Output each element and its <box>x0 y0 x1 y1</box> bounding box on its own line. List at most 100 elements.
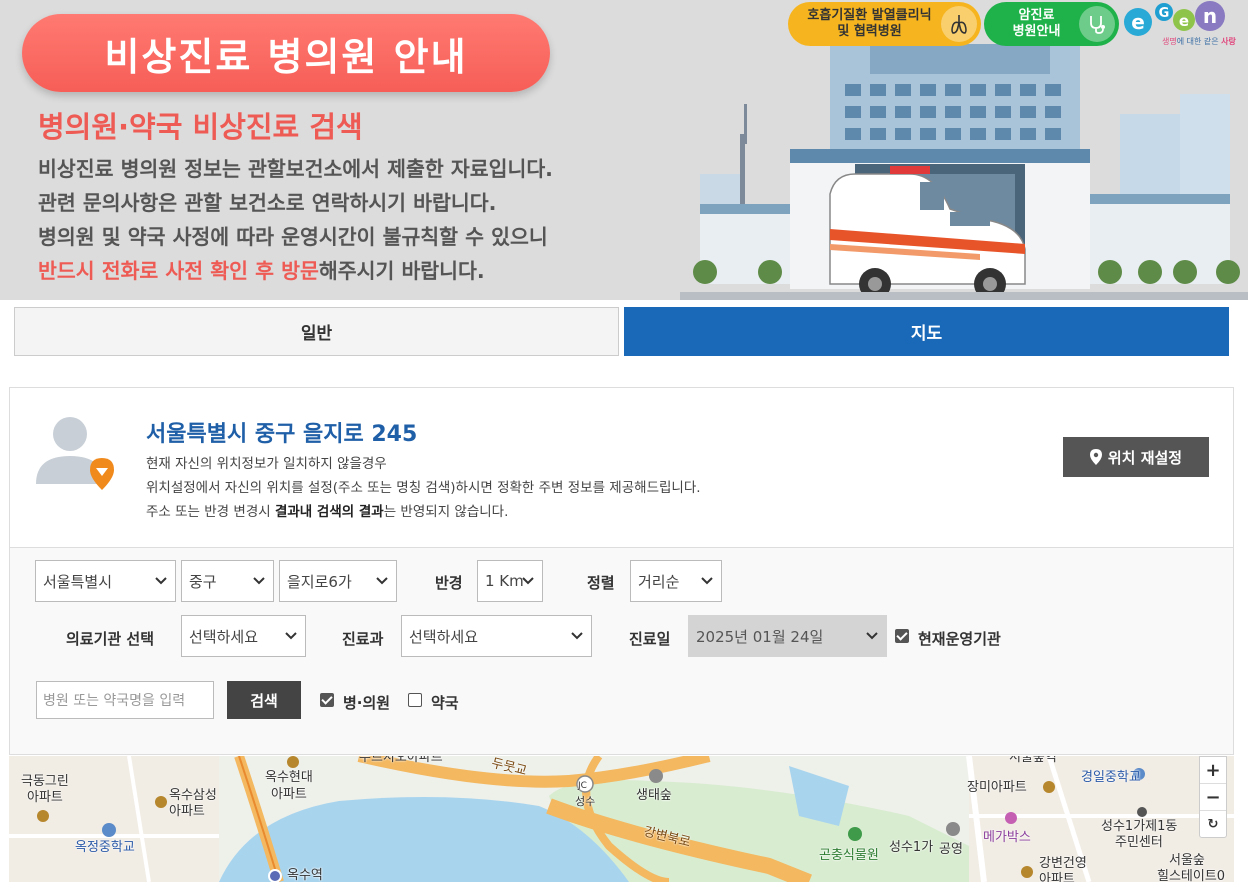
district-select[interactable]: 중구 <box>181 560 274 602</box>
map-label: 힐스테이트0 <box>1157 869 1226 882</box>
map-label: 옥정중학교 <box>75 840 135 855</box>
notice-emphasis: 결과내 검색의 결과 <box>274 504 384 520</box>
date-label: 진료일 <box>629 630 671 648</box>
banner-desc-line: 관련 문의사항은 관할 보건소로 연락하시기 바랍니다. <box>38 191 497 215</box>
sort-value: 거리순 <box>638 572 680 591</box>
chevron-down-icon <box>253 577 265 585</box>
user-location-avatar-icon <box>36 417 114 490</box>
cancer-btn-line1: 암진료 <box>1018 8 1055 23</box>
search-button[interactable]: 검색 <box>227 681 301 719</box>
radius-select[interactable]: 1 Km <box>477 560 543 602</box>
reset-view-button[interactable]: ↻ <box>1200 811 1226 838</box>
district-value: 중구 <box>189 572 217 591</box>
radius-label: 반경 <box>435 574 463 592</box>
map-label: 성수1가 <box>889 840 934 855</box>
relocate-label: 위치 재설정 <box>1107 448 1183 467</box>
banner-subtitle: 병의원·약국 비상진료 검색 <box>38 110 363 144</box>
current-address: 서울특별시 중구 을지로 245 <box>146 422 418 447</box>
map-label: 옥수현대 <box>265 770 313 785</box>
location-notice: 현재 자신의 위치정보가 일치하지 않을경우 위치설정에서 자신의 위치를 설정… <box>146 452 701 524</box>
map-label: 서울숲역 <box>1009 756 1057 765</box>
stethoscope-icon <box>1079 6 1115 42</box>
hero-banner: 비상진료 병의원 안내 병의원·약국 비상진료 검색 비상진료 병의원 정보는 … <box>0 0 1248 300</box>
map-label: 푸르지오아파트 <box>359 756 443 765</box>
city-select[interactable]: 서울특별시 <box>35 560 176 602</box>
map-label: JC <box>578 781 587 791</box>
department-label: 진료과 <box>342 630 384 648</box>
radius-value: 1 Km <box>485 572 524 590</box>
notice-line: 주소 또는 반경 변경시 결과내 검색의 결과는 반영되지 않습니다. <box>146 504 509 520</box>
map-label: 곤충식물원 <box>819 848 879 863</box>
cancer-hospital-button[interactable]: 암진료 병원안내 <box>984 2 1119 46</box>
pharmacy-checkbox[interactable] <box>408 693 422 707</box>
chevron-down-icon <box>376 577 388 585</box>
city-value: 서울특별시 <box>43 572 113 591</box>
respiratory-btn-line1: 호흡기질환 발열클리닉 <box>807 8 932 23</box>
location-info: 서울특별시 중구 을지로 245 현재 자신의 위치정보가 일치하지 않을경우 … <box>10 388 1233 548</box>
notice-line: 현재 자신의 위치정보가 일치하지 않을경우 <box>146 456 387 472</box>
date-select[interactable]: 2025년 01월 24일 <box>688 615 887 657</box>
location-search-panel: 서울특별시 중구 을지로 245 현재 자신의 위치정보가 일치하지 않을경우 … <box>9 387 1234 755</box>
currently-open-checkbox[interactable] <box>895 629 909 643</box>
banner-desc-line: 반드시 전화로 사전 확인 후 방문해주시기 바랍니다. <box>38 254 553 288</box>
map-pin-icon <box>1089 449 1102 465</box>
chevron-down-icon <box>866 632 878 640</box>
sort-select[interactable]: 거리순 <box>630 560 722 602</box>
svg-text:G: G <box>1159 6 1170 21</box>
institution-label: 의료기관 선택 <box>66 630 155 648</box>
sort-label: 정렬 <box>587 574 615 592</box>
cancer-btn-line2: 병원안내 <box>1012 24 1061 39</box>
map-view[interactable]: 극동그린 아파트 옥수현대 아파트 옥수삼성 아파트 옥정중학교 옥수역 푸르지… <box>9 756 1234 882</box>
map-label: 성수 <box>575 795 596 808</box>
banner-desc-line: 병의원 및 약국 사정에 따라 운영시간이 불규칙할 수 있으니 <box>38 225 548 249</box>
egen-tagline: 생명에 대한 같은 사랑 <box>1162 37 1236 46</box>
banner-desc-tail: 해주시기 바랍니다. <box>318 259 485 283</box>
facility-search-input[interactable]: 병원 또는 약국명을 입력 <box>36 681 214 719</box>
date-value: 2025년 01월 24일 <box>696 627 824 646</box>
institution-select[interactable]: 선택하세요 <box>181 615 306 657</box>
lungs-icon <box>941 6 977 42</box>
dong-select[interactable]: 을지로6가 <box>279 560 397 602</box>
map-label: 경일중학교 <box>1081 770 1141 785</box>
map-zoom-controls: + − ↻ <box>1199 756 1227 838</box>
svg-text:e: e <box>1179 12 1189 30</box>
svg-text:n: n <box>1203 4 1217 28</box>
notice-line: 위치설정에서 자신의 위치를 설정(주소 또는 명칭 검색)하시면 정확한 주변… <box>146 480 701 496</box>
department-value: 선택하세요 <box>409 627 479 646</box>
respiratory-clinic-button[interactable]: 호흡기질환 발열클리닉 및 협력병원 <box>788 2 981 46</box>
banner-description: 비상진료 병의원 정보는 관할보건소에서 제출한 자료입니다. 관련 문의사항은… <box>38 152 553 288</box>
department-select[interactable]: 선택하세요 <box>401 615 592 657</box>
dong-value: 을지로6가 <box>287 572 352 591</box>
map-label: 극동그린 <box>21 774 69 789</box>
map-label: 주민센터 <box>1115 835 1163 850</box>
relocate-button[interactable]: 위치 재설정 <box>1063 437 1209 477</box>
map-label: 성수1가제1동 <box>1101 819 1178 834</box>
search-filters: 서울특별시 중구 을지로6가 반경 1 Km 정렬 거리순 의료기관 선택 선택… <box>10 548 1233 754</box>
zoom-in-button[interactable]: + <box>1200 757 1226 784</box>
warning-text: 반드시 전화로 사전 확인 후 방문 <box>38 259 319 283</box>
banner-desc-line: 비상진료 병의원 정보는 관할보건소에서 제출한 자료입니다. <box>38 157 553 181</box>
tab-map[interactable]: 지도 <box>624 307 1229 356</box>
pharmacy-label: 약국 <box>431 694 459 712</box>
map-label: 아파트 <box>1039 872 1075 882</box>
map-label: 옥수삼성 <box>169 788 217 803</box>
zoom-out-button[interactable]: − <box>1200 784 1226 811</box>
map-label: 아파트 <box>169 804 205 819</box>
map-label: 옥수역 <box>287 868 323 882</box>
hospital-checkbox[interactable] <box>320 693 334 707</box>
chevron-down-icon <box>571 632 583 640</box>
map-label: 메가박스 <box>983 830 1031 845</box>
map-label: 서울숲 <box>1169 853 1205 868</box>
chevron-down-icon <box>522 577 534 585</box>
map-label: 생태숲 <box>636 788 672 803</box>
map-label: 아파트 <box>27 790 63 805</box>
map-label: 장미아파트 <box>967 780 1027 795</box>
svg-text:e: e <box>1131 10 1145 34</box>
banner-title: 비상진료 병의원 안내 <box>22 14 550 92</box>
institution-value: 선택하세요 <box>189 627 259 646</box>
hospital-label: 병·의원 <box>343 694 391 712</box>
hospital-ambulance-illustration <box>680 44 1248 300</box>
currently-open-label: 현재운영기관 <box>918 630 1001 648</box>
chevron-down-icon <box>155 577 167 585</box>
tab-general[interactable]: 일반 <box>14 307 619 356</box>
